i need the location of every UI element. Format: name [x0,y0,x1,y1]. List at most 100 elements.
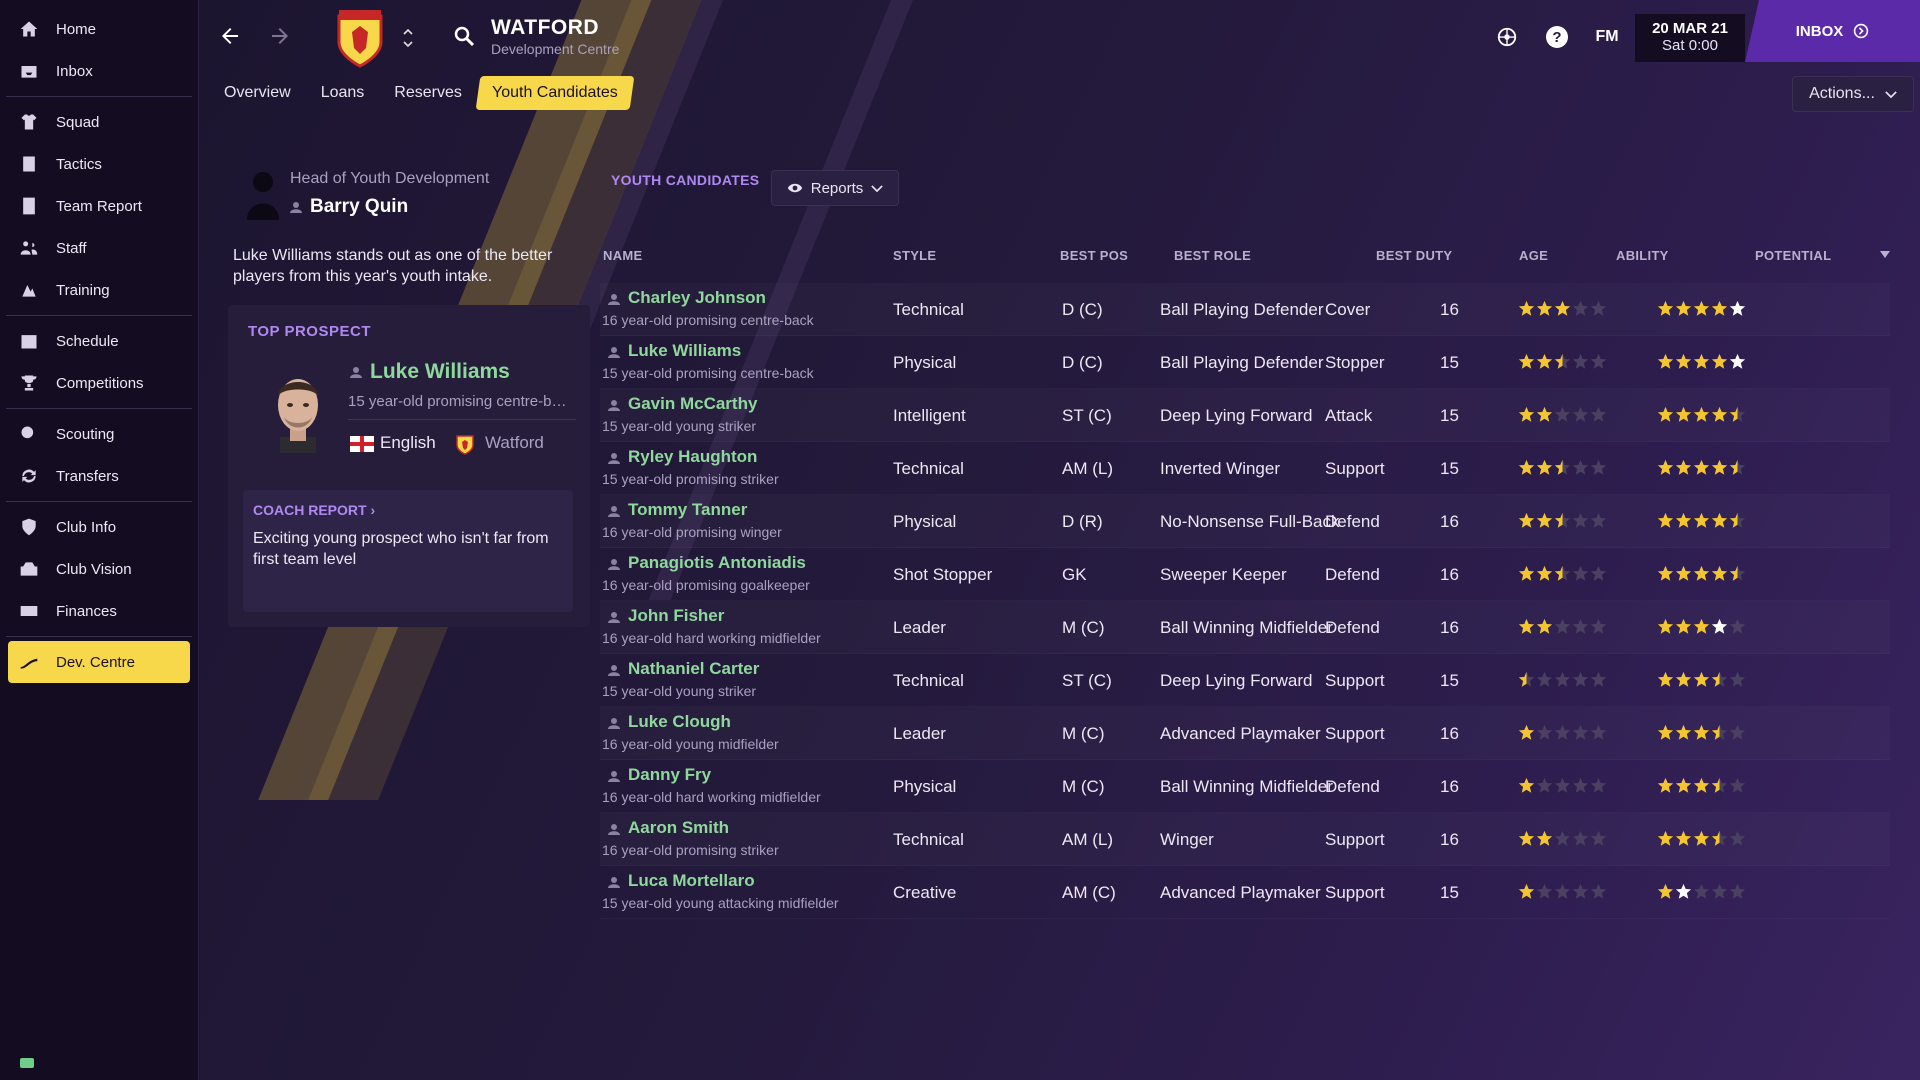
table-row[interactable]: Gavin McCarthy 15 year-old young striker I… [600,389,1890,442]
col-header-best-role[interactable]: BEST ROLE [1174,248,1251,263]
sidebar-item-competitions[interactable]: Competitions [0,362,198,404]
network-icon[interactable] [1494,24,1520,50]
reports-dropdown[interactable]: Reports [771,170,899,206]
potential-stars [1657,777,1746,794]
ability-stars [1518,512,1607,529]
tab-overview[interactable]: Overview [210,76,305,110]
actions-dropdown[interactable]: Actions... [1792,76,1914,112]
table-row[interactable]: Panagiotis Antoniadis 16 year-old promisi… [600,548,1890,601]
player-style: Technical [893,671,964,690]
table-row[interactable]: Aaron Smith 16 year-old promising striker… [600,813,1890,866]
sidebar-item-staff[interactable]: Staff [0,227,198,269]
inbox-icon [18,60,40,82]
person-icon [608,718,620,729]
sidebar-item-club-vision[interactable]: Club Vision [0,548,198,590]
ability-stars [1518,353,1607,370]
player-style: Technical [893,300,964,319]
player-name-link[interactable]: Gavin McCarthy [628,394,757,414]
table-row[interactable]: Tommy Tanner 16 year-old promising winger… [600,495,1890,548]
club-switch-chevrons-icon[interactable] [394,20,422,56]
sidebar-item-club-info[interactable]: Club Info [0,506,198,548]
sidebar-item-finances[interactable]: Finances [0,590,198,632]
sidebar-item-transfers[interactable]: Transfers [0,455,198,497]
player-best-duty: Support [1325,671,1385,690]
player-name-link[interactable]: Luke Clough [628,712,731,732]
search-icon[interactable] [450,22,478,50]
help-icon[interactable]: ? [1544,24,1570,50]
transfer-icon [18,465,40,487]
player-name-link[interactable]: Charley Johnson [628,288,766,308]
nationality-label[interactable]: English [380,433,436,453]
potential-stars [1657,671,1746,688]
watford-crest-icon[interactable] [335,8,385,68]
table-row[interactable]: Ryley Haughton 15 year-old promising stri… [600,442,1890,495]
player-name-link[interactable]: Luca Mortellaro [628,871,755,891]
player-best-pos: D (R) [1062,512,1103,531]
sidebar-item-label: Club Vision [56,560,132,578]
col-header-style[interactable]: STYLE [893,248,936,263]
inbox-continue-button[interactable]: INBOX [1745,0,1920,62]
sidebar-item-training[interactable]: Training [0,269,198,311]
sidebar-item-schedule[interactable]: Schedule [0,320,198,362]
table-row[interactable]: Danny Fry 16 year-old hard working midfie… [600,760,1890,813]
player-name-link[interactable]: Ryley Haughton [628,447,757,467]
vision-icon [18,558,40,580]
table-row[interactable]: Nathaniel Carter 15 year-old young strike… [600,654,1890,707]
sort-desc-icon[interactable] [1880,251,1890,259]
back-arrow-icon[interactable] [216,22,244,50]
player-best-duty: Support [1325,724,1385,743]
tab-youth-candidates[interactable]: Youth Candidates [475,76,634,110]
tab-label: Overview [224,84,291,101]
actions-label: Actions... [1809,85,1875,102]
ability-stars [1518,565,1607,582]
table-row[interactable]: Luke Williams 15 year-old promising centr… [600,336,1890,389]
sidebar-item-scouting[interactable]: Scouting [0,413,198,455]
sidebar-item-label: Staff [56,239,87,257]
player-name-link[interactable]: Panagiotis Antoniadis [628,553,806,573]
game-date[interactable]: 20 MAR 21 Sat 0:00 [1635,14,1745,62]
player-age: 15 [1440,406,1459,425]
player-best-pos: M (C) [1062,618,1105,637]
tab-loans[interactable]: Loans [307,76,379,110]
player-name-link[interactable]: Tommy Tanner [628,500,747,520]
player-name-link[interactable]: Aaron Smith [628,818,729,838]
table-row[interactable]: John Fisher 16 year-old hard working midf… [600,601,1890,654]
table-row[interactable]: Luke Clough 16 year-old young midfielder L… [600,707,1890,760]
tab-reserves[interactable]: Reserves [380,76,476,110]
coach-report-link[interactable]: COACH REPORT › [253,502,375,518]
sidebar-item-inbox[interactable]: Inbox [0,50,198,92]
player-face-avatar[interactable] [266,367,330,453]
prospect-name-text: Luke Williams [370,360,510,383]
hyd-name[interactable]: Barry Quin [290,196,408,218]
sidebar-item-label: Team Report [56,197,142,215]
col-header-best-duty[interactable]: BEST DUTY [1376,248,1452,263]
player-best-duty: Support [1325,459,1385,478]
sidebar-item-home[interactable]: Home [0,8,198,50]
potential-stars [1657,618,1746,635]
col-header-potential[interactable]: POTENTIAL [1755,248,1831,263]
status-indicator-icon[interactable] [20,1058,34,1068]
fm-menu-button[interactable]: FM [1594,24,1620,50]
col-header-name[interactable]: NAME [603,248,642,263]
player-best-role: Ball Winning Midfielder [1160,618,1333,637]
sidebar-item-team-report[interactable]: Team Report [0,185,198,227]
sidebar-item-tactics[interactable]: Tactics [0,143,198,185]
player-age: 15 [1440,459,1459,478]
table-row[interactable]: Luca Mortellaro 15 year-old young attacki… [600,866,1890,919]
player-name-link[interactable]: John Fisher [628,606,724,626]
sidebar-item-dev-centre[interactable]: Dev. Centre [8,641,190,683]
player-description: 16 year-old hard working midfielder [602,630,821,646]
table-row[interactable]: Charley Johnson 16 year-old promising cen… [600,283,1890,336]
col-header-best-pos[interactable]: BEST POS [1060,248,1128,263]
col-header-age[interactable]: AGE [1519,248,1548,263]
player-name-link[interactable]: Nathaniel Carter [628,659,759,679]
forward-arrow-icon[interactable] [266,22,294,50]
col-header-ability[interactable]: ABILITY [1616,248,1669,263]
sidebar-item-squad[interactable]: Squad [0,101,198,143]
player-name-link[interactable]: Danny Fry [628,765,711,785]
person-icon [350,367,362,379]
club-label[interactable]: Watford [485,433,544,453]
player-name-link[interactable]: Luke Williams [628,341,741,361]
potential-stars [1657,406,1746,423]
prospect-name[interactable]: Luke Williams [350,360,510,384]
